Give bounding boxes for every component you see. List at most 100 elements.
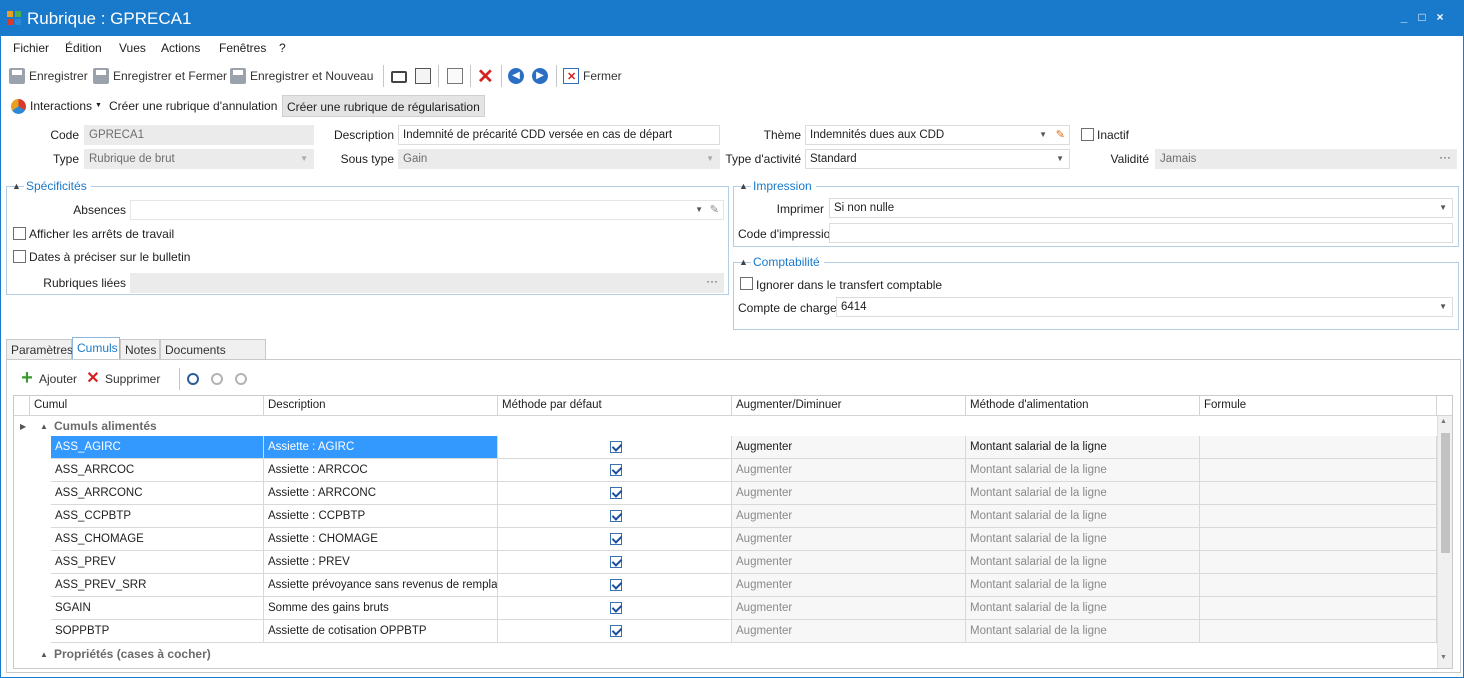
cumul-cell[interactable]: ASS_PREV (51, 551, 264, 574)
augmenter-cell[interactable]: Augmenter (732, 505, 966, 528)
edit-pencil-icon[interactable]: ✎ (1056, 126, 1065, 144)
checked-checkbox[interactable] (610, 625, 622, 637)
augmenter-cell[interactable]: Augmenter (732, 620, 966, 643)
cumul-cell[interactable]: SOPPBTP (51, 620, 264, 643)
methode-defaut-cell[interactable] (498, 436, 732, 459)
checked-checkbox[interactable] (610, 487, 622, 499)
menu-fenetres[interactable]: Fenêtres (219, 41, 266, 55)
minimize-button[interactable]: _ (1397, 10, 1411, 24)
save-close-button[interactable]: Enregistrer et Fermer (93, 67, 227, 85)
formule-cell[interactable] (1200, 436, 1437, 459)
formule-cell[interactable] (1200, 574, 1437, 597)
checked-checkbox[interactable] (610, 510, 622, 522)
group-proprietes[interactable]: Propriétés (cases à cocher) (54, 644, 211, 664)
methode-defaut-cell[interactable] (498, 551, 732, 574)
formule-cell[interactable] (1200, 620, 1437, 643)
methode-defaut-cell[interactable] (498, 459, 732, 482)
checked-checkbox[interactable] (610, 556, 622, 568)
menu-edition[interactable]: Édition (65, 41, 102, 55)
close-button[interactable]: ✕ Fermer (563, 67, 622, 85)
code-field[interactable]: GPRECA1 (84, 125, 314, 145)
formule-cell[interactable] (1200, 459, 1437, 482)
theme-select[interactable]: Indemnités dues aux CDD ▼ ✎ (805, 125, 1070, 145)
formule-cell[interactable] (1200, 597, 1437, 620)
rubriques-liees-field[interactable]: ··· (130, 273, 724, 293)
methode-defaut-cell[interactable] (498, 574, 732, 597)
search-button[interactable] (187, 370, 203, 388)
close-window-button[interactable]: × (1433, 10, 1447, 24)
formule-cell[interactable] (1200, 528, 1437, 551)
scroll-thumb[interactable] (1441, 433, 1450, 553)
augmenter-cell[interactable]: Augmenter (732, 436, 966, 459)
table-row[interactable]: SOPPBTP Assiette de cotisation OPPBTP Augm… (51, 620, 1437, 643)
formule-cell[interactable] (1200, 505, 1437, 528)
table-row[interactable]: ASS_ARRCONC Assiette : ARRCONC Augmenter Mo… (51, 482, 1437, 505)
augmenter-cell[interactable]: Augmenter (732, 574, 966, 597)
methode-alimentation-cell[interactable]: Montant salarial de la ligne (966, 505, 1200, 528)
menu-actions[interactable]: Actions (161, 41, 200, 55)
scroll-down-icon[interactable]: ▼ (1440, 654, 1447, 661)
cumul-cell[interactable]: ASS_CHOMAGE (51, 528, 264, 551)
col-methode-defaut[interactable]: Méthode par défaut (498, 396, 732, 416)
description-cell[interactable]: Assiette : CCPBTP (264, 505, 498, 528)
maximize-button[interactable]: □ (1415, 10, 1429, 24)
table-row[interactable]: SGAIN Somme des gains bruts Augmenter Monta… (51, 597, 1437, 620)
description-cell[interactable]: Assiette : PREV (264, 551, 498, 574)
tab-parametres[interactable]: Paramètres (6, 339, 73, 360)
description-cell[interactable]: Assiette : CHOMAGE (264, 528, 498, 551)
col-cumul[interactable]: Cumul (30, 396, 264, 416)
formule-cell[interactable] (1200, 551, 1437, 574)
tab-notes[interactable]: Notes (120, 339, 160, 360)
search-prev-button[interactable] (211, 370, 227, 388)
save-new-button[interactable]: Enregistrer et Nouveau (230, 67, 373, 85)
cumul-cell[interactable]: SGAIN (51, 597, 264, 620)
methode-alimentation-cell[interactable]: Montant salarial de la ligne (966, 528, 1200, 551)
description-field[interactable]: Indemnité de précarité CDD versée en cas… (398, 125, 720, 145)
cumul-cell[interactable]: ASS_ARRCOC (51, 459, 264, 482)
menu-vues[interactable]: Vues (119, 41, 146, 55)
edit-pencil-icon[interactable]: ✎ (710, 201, 719, 219)
print-button[interactable] (391, 67, 411, 85)
search-next-button[interactable] (235, 370, 251, 388)
imprimer-select[interactable]: Si non nulle ▼ (829, 198, 1453, 218)
methode-alimentation-cell[interactable]: Montant salarial de la ligne (966, 436, 1200, 459)
scroll-up-icon[interactable]: ▲ (1440, 418, 1447, 425)
typeactivite-select[interactable]: Standard ▼ (805, 149, 1070, 169)
cumul-cell[interactable]: ASS_AGIRC (51, 436, 264, 459)
collapse-caret-icon[interactable]: ▲ (739, 181, 748, 191)
create-annulation-button[interactable]: Créer une rubrique d'annulation (105, 95, 281, 117)
soustype-select[interactable]: Gain ▼ (398, 149, 720, 169)
checked-checkbox[interactable] (610, 464, 622, 476)
next-button[interactable]: ▶ (532, 67, 552, 85)
description-cell[interactable]: Somme des gains bruts (264, 597, 498, 620)
collapse-caret-icon[interactable]: ▲ (739, 257, 748, 267)
save-button[interactable]: Enregistrer (9, 67, 88, 85)
augmenter-cell[interactable]: Augmenter (732, 482, 966, 505)
description-cell[interactable]: Assiette prévoyance sans revenus de remp… (264, 574, 498, 597)
print-preview-button[interactable] (415, 67, 435, 85)
methode-alimentation-cell[interactable]: Montant salarial de la ligne (966, 597, 1200, 620)
methode-alimentation-cell[interactable]: Montant salarial de la ligne (966, 620, 1200, 643)
cumul-cell[interactable]: ASS_CCPBTP (51, 505, 264, 528)
checked-checkbox[interactable] (610, 602, 622, 614)
methode-defaut-cell[interactable] (498, 505, 732, 528)
interactions-dropdown[interactable]: Interactions ▼ (7, 95, 106, 117)
cumul-cell[interactable]: ASS_PREV_SRR (51, 574, 264, 597)
compte-select[interactable]: 6414 ▼ (836, 297, 1453, 317)
delete-row-button[interactable]: ✕ Supprimer (85, 370, 160, 388)
augmenter-cell[interactable]: Augmenter (732, 528, 966, 551)
formule-cell[interactable] (1200, 482, 1437, 505)
augmenter-cell[interactable]: Augmenter (732, 551, 966, 574)
table-row[interactable]: ASS_CHOMAGE Assiette : CHOMAGE Augmenter Mo… (51, 528, 1437, 551)
ellipsis-icon[interactable]: ··· (1439, 150, 1451, 166)
menu-help[interactable]: ? (279, 41, 286, 55)
description-cell[interactable]: Assiette de cotisation OPPBTP (264, 620, 498, 643)
arrets-checkbox[interactable] (13, 227, 26, 240)
col-description[interactable]: Description (264, 396, 498, 416)
menu-fichier[interactable]: Fichier (13, 41, 49, 55)
methode-defaut-cell[interactable] (498, 597, 732, 620)
inactif-checkbox[interactable] (1081, 128, 1094, 141)
delete-icon[interactable]: ✕ (477, 66, 494, 88)
methode-defaut-cell[interactable] (498, 482, 732, 505)
tab-documents[interactable]: Documents associés (160, 339, 266, 377)
